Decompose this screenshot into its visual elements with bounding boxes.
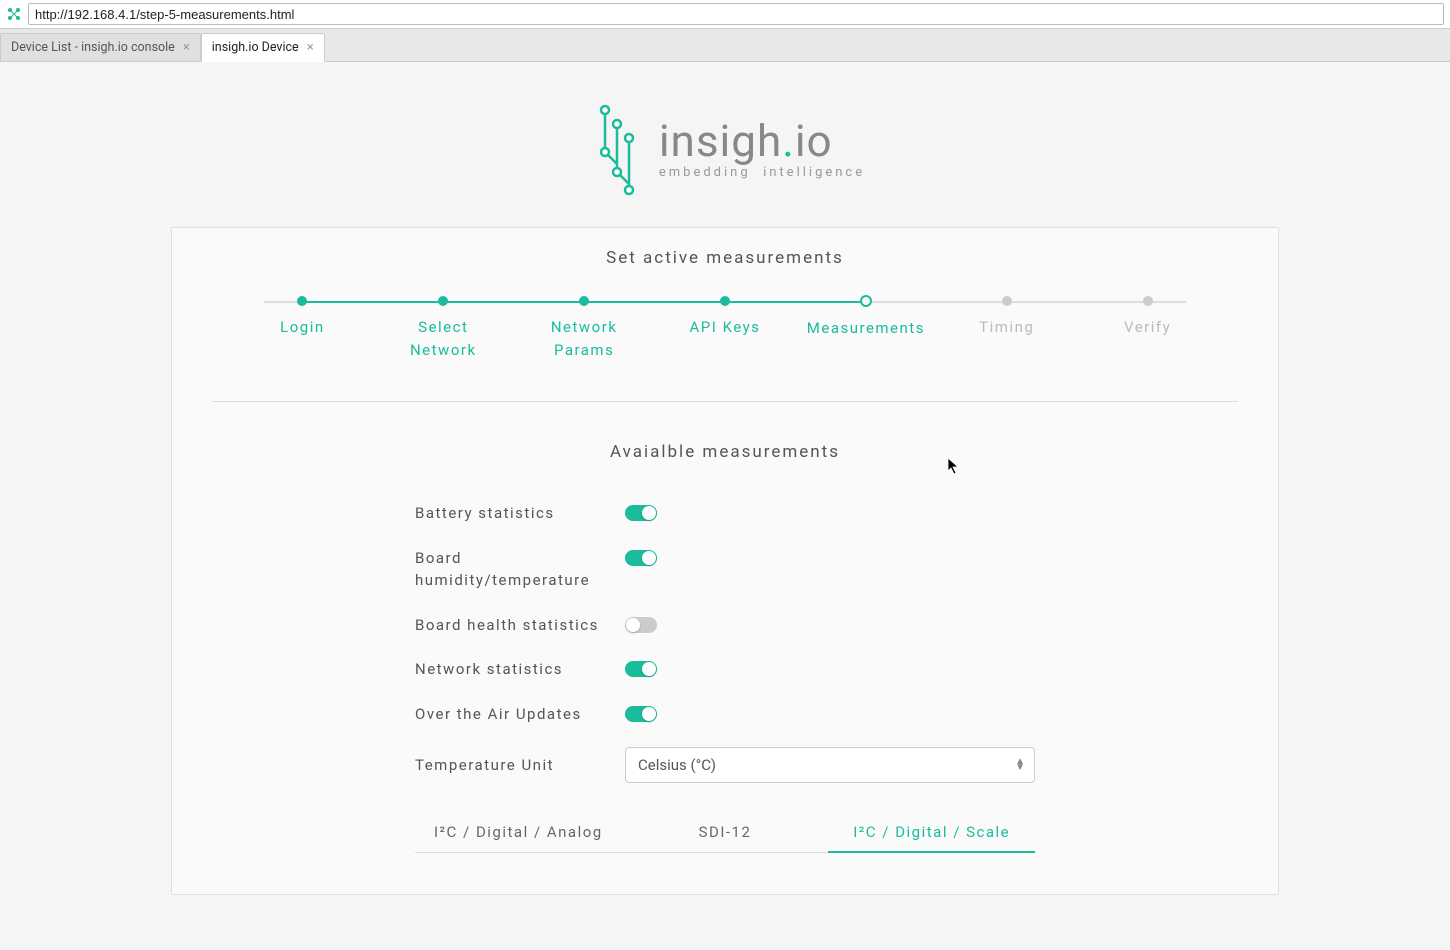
divider	[212, 401, 1238, 402]
temperature-unit-label: Temperature Unit	[415, 754, 615, 777]
wizard-stepper: Login Select Network Network Params API …	[212, 296, 1238, 361]
toggle-board-health-statistics[interactable]	[625, 617, 657, 633]
site-favicon-icon	[6, 6, 22, 22]
step-verify[interactable]: Verify	[1077, 296, 1218, 361]
sensor-tabbar: I²C / Digital / Analog SDI-12 I²C / Digi…	[415, 813, 1035, 854]
subtab-sdi12[interactable]: SDI-12	[622, 813, 829, 853]
address-bar	[0, 0, 1450, 29]
temperature-unit-select[interactable]: Celsius (°C)	[625, 747, 1035, 783]
subtab-i2c-digital-analog[interactable]: I²C / Digital / Analog	[415, 813, 622, 853]
toggle-network-statistics[interactable]	[625, 661, 657, 677]
tab-strip: Device List - insigh.io console × insigh…	[0, 29, 1450, 61]
toggle-battery-statistics[interactable]	[625, 505, 657, 521]
step-label: Timing	[979, 316, 1034, 339]
step-login[interactable]: Login	[232, 296, 373, 361]
close-icon[interactable]: ×	[305, 40, 316, 55]
brand-tagline-a: embedding	[659, 165, 751, 180]
browser-tab-1[interactable]: insigh.io Device ×	[201, 33, 325, 62]
measurement-label: Board humidity/temperature	[415, 547, 615, 592]
step-label: Network Params	[524, 316, 644, 361]
step-label: Verify	[1124, 316, 1171, 339]
measurement-label: Network statistics	[415, 658, 615, 681]
step-measurements[interactable]: Measurements	[795, 296, 936, 361]
step-label: Measurements	[807, 317, 925, 340]
brand-tagline-b: intelligence	[763, 165, 865, 180]
toggle-board-humidity-temperature[interactable]	[625, 550, 657, 566]
browser-tab-0[interactable]: Device List - insigh.io console ×	[0, 33, 201, 61]
browser-chrome: Device List - insigh.io console × insigh…	[0, 0, 1450, 62]
step-select-network[interactable]: Select Network	[373, 296, 514, 361]
step-api-keys[interactable]: API Keys	[655, 296, 796, 361]
step-timing[interactable]: Timing	[936, 296, 1077, 361]
measurement-label: Over the Air Updates	[415, 703, 615, 726]
subtab-i2c-digital-scale[interactable]: I²C / Digital / Scale	[828, 813, 1035, 853]
step-label: API Keys	[690, 316, 761, 339]
section-title: Avaialble measurements	[212, 442, 1238, 462]
brand-name: insigh	[659, 115, 782, 167]
viewport: insigh.io embedding intelligence Set act…	[0, 62, 1450, 944]
logo-mark-icon	[585, 102, 645, 197]
brand-logo: insigh.io embedding intelligence	[171, 102, 1279, 197]
measurement-label: Battery statistics	[415, 502, 615, 525]
step-label: Login	[280, 316, 325, 339]
tab-title: Device List - insigh.io console	[11, 40, 175, 55]
settings-card: Set active measurements Login Select Net…	[171, 227, 1279, 895]
card-title: Set active measurements	[212, 248, 1238, 268]
step-network-params[interactable]: Network Params	[514, 296, 655, 361]
tab-title: insigh.io Device	[212, 40, 299, 55]
step-label: Select Network	[383, 316, 503, 361]
brand-tld: io	[795, 115, 833, 167]
close-icon[interactable]: ×	[181, 40, 192, 55]
url-input[interactable]	[28, 3, 1444, 25]
measurements-form: Battery statistics Board humidity/temper…	[415, 502, 1035, 854]
measurement-label: Board health statistics	[415, 614, 615, 637]
toggle-ota-updates[interactable]	[625, 706, 657, 722]
